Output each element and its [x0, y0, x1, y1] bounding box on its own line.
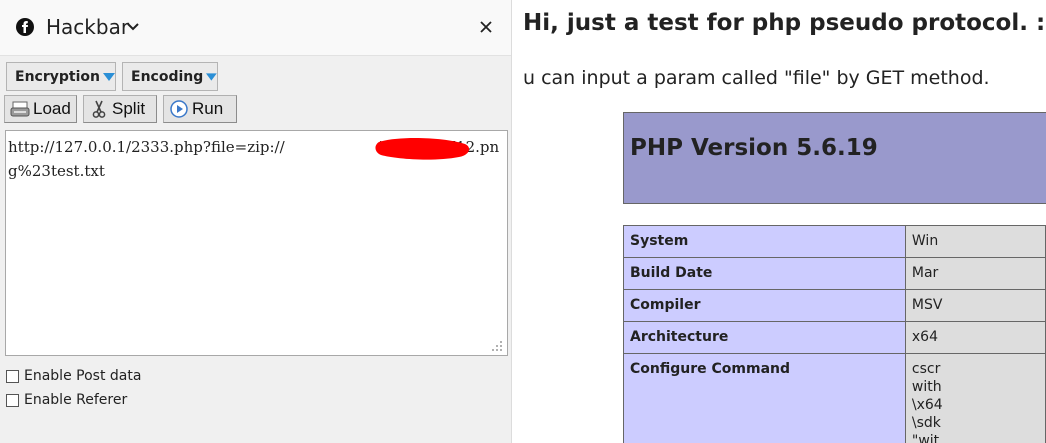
php-version-title: PHP Version 5.6.19 [630, 135, 878, 161]
page-content: Hi, just a test for php pseudo protocol.… [513, 0, 1046, 443]
run-label: Run [192, 99, 224, 118]
row-key: System [623, 225, 906, 258]
play-icon [170, 100, 188, 118]
hackbar-logo-icon [16, 18, 34, 36]
close-icon[interactable] [476, 17, 496, 37]
phpinfo-table: System Win Build Date Mar Compiler MSV A… [623, 225, 1046, 443]
post-data-checkbox[interactable] [6, 369, 19, 383]
row-value: MSV [904, 289, 1046, 322]
sidebar-title: Hackbar [46, 15, 130, 39]
encoding-menu-label: Encoding [131, 68, 204, 85]
row-value: Win [904, 225, 1046, 258]
enable-referer-option[interactable]: Enable Referer [6, 391, 127, 409]
load-icon [10, 101, 30, 117]
encryption-menu[interactable]: Encryption [6, 62, 116, 91]
row-key: Configure Command [623, 353, 906, 443]
row-value: cscr with \x64 \sdk "wit [904, 353, 1046, 443]
encoding-menu[interactable]: Encoding [122, 62, 218, 91]
page-heading: Hi, just a test for php pseudo protocol.… [523, 10, 1046, 36]
load-url-label: Load [33, 99, 71, 118]
url-input[interactable]: http://127.0.0.1/2333.php?file=zip:// \w… [5, 130, 508, 356]
table-row: System Win [623, 225, 1046, 258]
split-url-label: Split [112, 99, 146, 118]
post-data-label: Enable Post data [24, 368, 142, 384]
referer-label: Enable Referer [24, 392, 128, 408]
row-key: Build Date [623, 257, 906, 290]
load-url-button[interactable]: Load [4, 95, 77, 123]
redaction-mark [375, 138, 470, 160]
table-row: Build Date Mar [623, 257, 1046, 290]
split-url-button[interactable]: Split [83, 95, 157, 123]
enable-post-data-option[interactable]: Enable Post data [6, 367, 141, 385]
run-button[interactable]: Run [163, 95, 237, 123]
row-key: Architecture [623, 321, 906, 354]
sidebar-header: Hackbar [0, 0, 511, 56]
page-intro-text: u can input a param called "file" by GET… [523, 67, 990, 89]
dropdown-arrow-icon [206, 72, 217, 81]
table-row: Configure Command cscr with \x64 \sdk "w… [623, 353, 1046, 443]
hackbar-sidebar: Hackbar Encryption Encoding Load Split R… [0, 0, 512, 443]
dropdown-arrow-icon [102, 72, 115, 81]
table-row: Architecture x64 [623, 321, 1046, 354]
scissors-icon [92, 100, 106, 118]
row-key: Compiler [623, 289, 906, 322]
chevron-down-icon[interactable] [126, 21, 140, 33]
referer-checkbox[interactable] [6, 393, 19, 407]
phpinfo-header: PHP Version 5.6.19 [623, 112, 1046, 204]
resize-grip-icon[interactable] [491, 340, 503, 352]
table-row: Compiler MSV [623, 289, 1046, 322]
row-value: Mar [904, 257, 1046, 290]
encryption-menu-label: Encryption [15, 68, 100, 85]
row-value: x64 [904, 321, 1046, 354]
